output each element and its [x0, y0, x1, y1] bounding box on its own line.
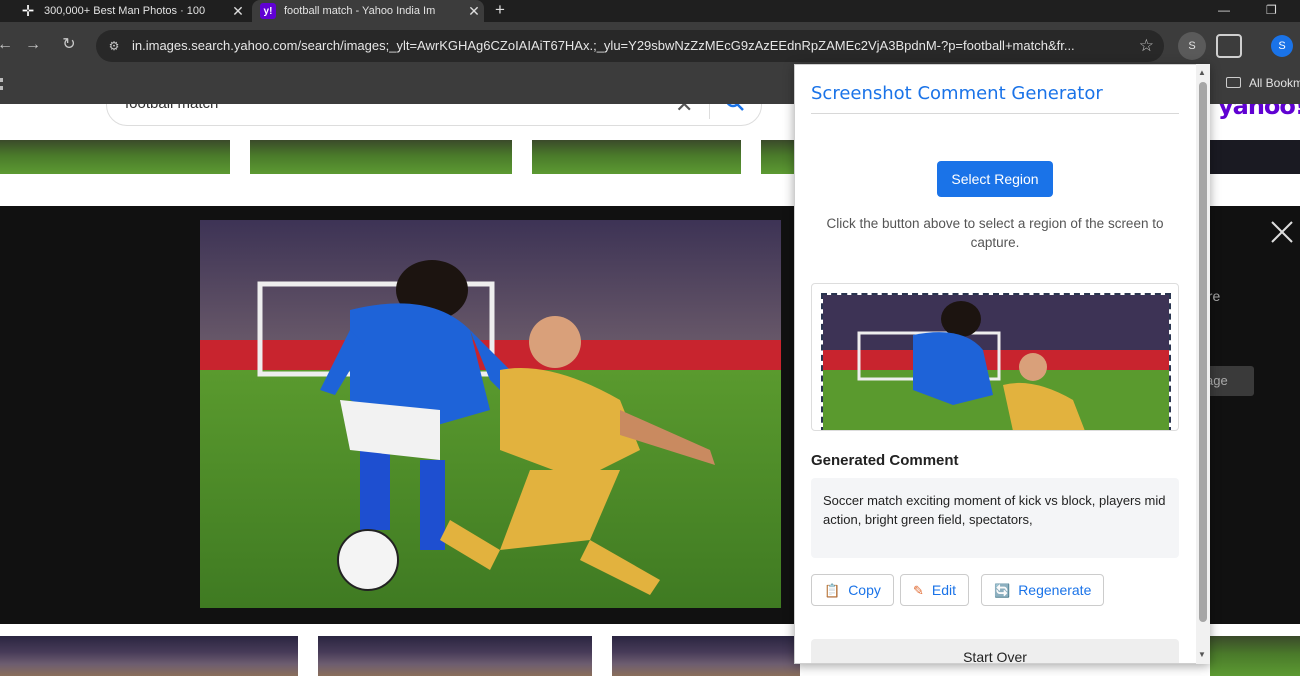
- clipboard-icon: 📋: [824, 583, 841, 598]
- new-tab-button[interactable]: +: [495, 0, 505, 22]
- popup-scrollbar[interactable]: ▲ ▼: [1196, 64, 1210, 664]
- football-match-photo[interactable]: [200, 220, 781, 608]
- all-bookmarks-label: All Bookm: [1249, 76, 1300, 90]
- apps-icon[interactable]: [0, 78, 4, 90]
- search-box[interactable]: football match ✕: [106, 104, 762, 126]
- photo-illustration: [200, 220, 781, 608]
- popup-title: Screenshot Comment Generator: [811, 83, 1103, 104]
- start-over-button[interactable]: Start Over: [811, 639, 1179, 663]
- search-input[interactable]: football match: [125, 104, 218, 112]
- site-info-icon[interactable]: ⚙: [106, 38, 122, 54]
- search-divider: [709, 104, 710, 119]
- tab-strip: ✛ 300,000+ Best Man Photos · 100 ✕ y! fo…: [0, 0, 1300, 22]
- title-divider: [811, 113, 1179, 114]
- select-region-button[interactable]: Select Region: [937, 161, 1053, 197]
- tab-title: football match - Yahoo India Im: [284, 5, 436, 17]
- capture-preview: [811, 283, 1179, 431]
- scrollbar-thumb[interactable]: [1199, 82, 1207, 622]
- result-thumbnail[interactable]: [318, 636, 592, 676]
- regenerate-label: Regenerate: [1018, 582, 1092, 598]
- extension-popup: Screenshot Comment Generator Select Regi…: [794, 64, 1210, 664]
- generated-comment-heading: Generated Comment: [811, 452, 959, 469]
- scroll-down-icon[interactable]: ▼: [1198, 650, 1206, 659]
- refresh-icon: 🔄: [994, 583, 1011, 598]
- captured-illustration: [823, 295, 1169, 430]
- close-viewer-icon[interactable]: [1268, 218, 1296, 246]
- result-thumbnail[interactable]: [532, 140, 741, 174]
- clear-search-icon[interactable]: ✕: [675, 104, 693, 118]
- pencil-icon: ✎: [913, 583, 924, 598]
- p-icon: ✛: [21, 3, 35, 20]
- close-tab-icon[interactable]: ✕: [464, 3, 484, 20]
- scroll-up-icon[interactable]: ▲: [1198, 68, 1206, 77]
- result-thumbnail[interactable]: [0, 636, 298, 676]
- forward-icon[interactable]: →: [22, 34, 44, 56]
- result-thumbnail[interactable]: [1210, 140, 1300, 174]
- instruction-text: Click the button above to select a regio…: [826, 216, 1164, 250]
- result-thumbnail[interactable]: [250, 140, 512, 174]
- tab-best-man-photos[interactable]: ✛ 300,000+ Best Man Photos · 100 ✕: [8, 0, 248, 22]
- result-thumbnail[interactable]: [1210, 636, 1300, 676]
- yahoo-icon: y!: [260, 3, 276, 19]
- regenerate-button[interactable]: 🔄 Regenerate: [981, 574, 1105, 606]
- reload-icon[interactable]: ↻: [58, 34, 80, 56]
- generated-comment-text[interactable]: Soccer match exciting moment of kick vs …: [811, 478, 1179, 558]
- back-icon[interactable]: ←: [0, 34, 16, 56]
- address-bar[interactable]: ⚙ in.images.search.yahoo.com/search/imag…: [96, 30, 1164, 62]
- yahoo-logo[interactable]: yahoo!: [1218, 104, 1300, 120]
- minimize-icon[interactable]: —: [1218, 0, 1230, 22]
- copy-button[interactable]: 📋 Copy: [811, 574, 894, 606]
- close-tab-icon[interactable]: ✕: [228, 3, 248, 20]
- result-thumbnail[interactable]: [0, 140, 230, 174]
- profile-button[interactable]: S: [1178, 32, 1206, 60]
- all-bookmarks-button[interactable]: All Bookm: [1226, 76, 1300, 90]
- search-icon[interactable]: [725, 104, 745, 112]
- edit-button[interactable]: ✎ Edit: [900, 574, 970, 606]
- result-thumbnail[interactable]: [612, 636, 800, 676]
- url-text[interactable]: in.images.search.yahoo.com/search/images…: [132, 38, 1127, 53]
- folder-icon: [1226, 77, 1241, 88]
- avatar[interactable]: S: [1271, 35, 1293, 57]
- tab-title: 300,000+ Best Man Photos · 100: [44, 5, 206, 17]
- extensions-icon[interactable]: [1216, 34, 1242, 58]
- bookmark-star-icon[interactable]: ☆: [1139, 36, 1154, 56]
- restore-icon[interactable]: ❐: [1266, 0, 1277, 22]
- edit-label: Edit: [931, 582, 957, 598]
- captured-image: [821, 293, 1171, 430]
- copy-label: Copy: [848, 582, 881, 598]
- browser-toolbar: ← → ↻ ⚙ in.images.search.yahoo.com/searc…: [0, 22, 1300, 68]
- tab-yahoo-football[interactable]: y! football match - Yahoo India Im ✕: [252, 0, 484, 22]
